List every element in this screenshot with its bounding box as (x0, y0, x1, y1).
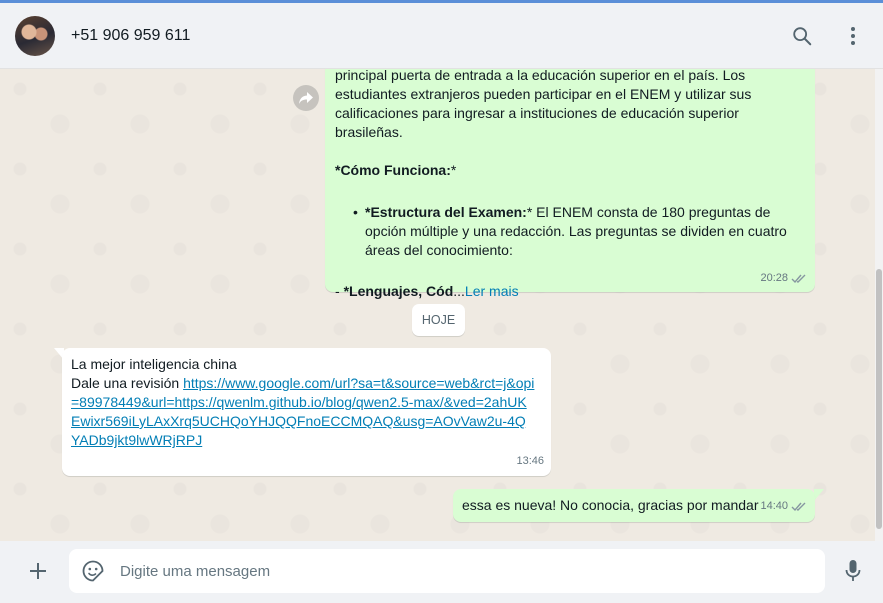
double-check-icon (791, 274, 806, 284)
message-time: 20:28 (760, 272, 788, 284)
contact-avatar[interactable] (15, 16, 55, 56)
emoji-icon[interactable] (81, 559, 105, 583)
message-time: 13:46 (516, 455, 544, 467)
message-text: essa es nueva! No conocia, gracias por m… (462, 497, 759, 513)
message-text: Dale una revisión https://www.google.com… (71, 375, 535, 448)
message-line: principal puerta de entrada a la educaci… (335, 69, 746, 83)
message-meta: 20:28 (760, 269, 807, 288)
read-more-link[interactable]: Ler mais (465, 283, 519, 299)
message-bubble-outgoing[interactable]: essa es nueva! No conocia, gracias por m… (453, 489, 815, 522)
plus-icon[interactable] (24, 557, 52, 585)
message-meta: 14:40 (760, 497, 807, 516)
message-line: La mejor inteligencia china (71, 356, 237, 372)
message-line: calificaciones para ingresar a instituci… (335, 105, 739, 140)
chat-header: +51 906 959 611 (0, 3, 883, 69)
message-input-box[interactable] (69, 549, 825, 593)
message-input[interactable] (120, 549, 810, 593)
search-icon[interactable] (789, 23, 815, 49)
message-truncated-line: - *Lenguajes, Cód...Ler mais (335, 283, 519, 299)
message-bubble-outgoing[interactable]: principal puerta de entrada a la educaci… (325, 69, 815, 299)
bullet-dot: • (353, 204, 358, 220)
scrollbar[interactable] (875, 69, 883, 541)
bubble-tail (814, 489, 824, 501)
composer-bar (0, 541, 883, 603)
message-time: 14:40 (760, 500, 788, 512)
kebab-menu-icon[interactable] (840, 23, 866, 49)
message-heading: *Cómo Funciona:* (335, 162, 457, 178)
forward-icon[interactable] (293, 85, 319, 111)
message-meta: 13:46 (516, 452, 544, 471)
message-bullet: • *Estructura del Examen:* El ENEM const… (353, 204, 787, 258)
double-check-icon (791, 502, 806, 512)
scrollbar-thumb[interactable] (876, 269, 882, 529)
message-list[interactable]: principal puerta de entrada a la educaci… (0, 69, 883, 541)
message-bubble-incoming[interactable]: La mejor inteligencia china Dale una rev… (62, 348, 551, 476)
microphone-icon[interactable] (840, 558, 866, 584)
contact-name[interactable]: +51 906 959 611 (71, 27, 190, 45)
day-divider: HOJE (412, 304, 465, 336)
message-line: estudiantes extranjeros pueden participa… (335, 86, 752, 102)
